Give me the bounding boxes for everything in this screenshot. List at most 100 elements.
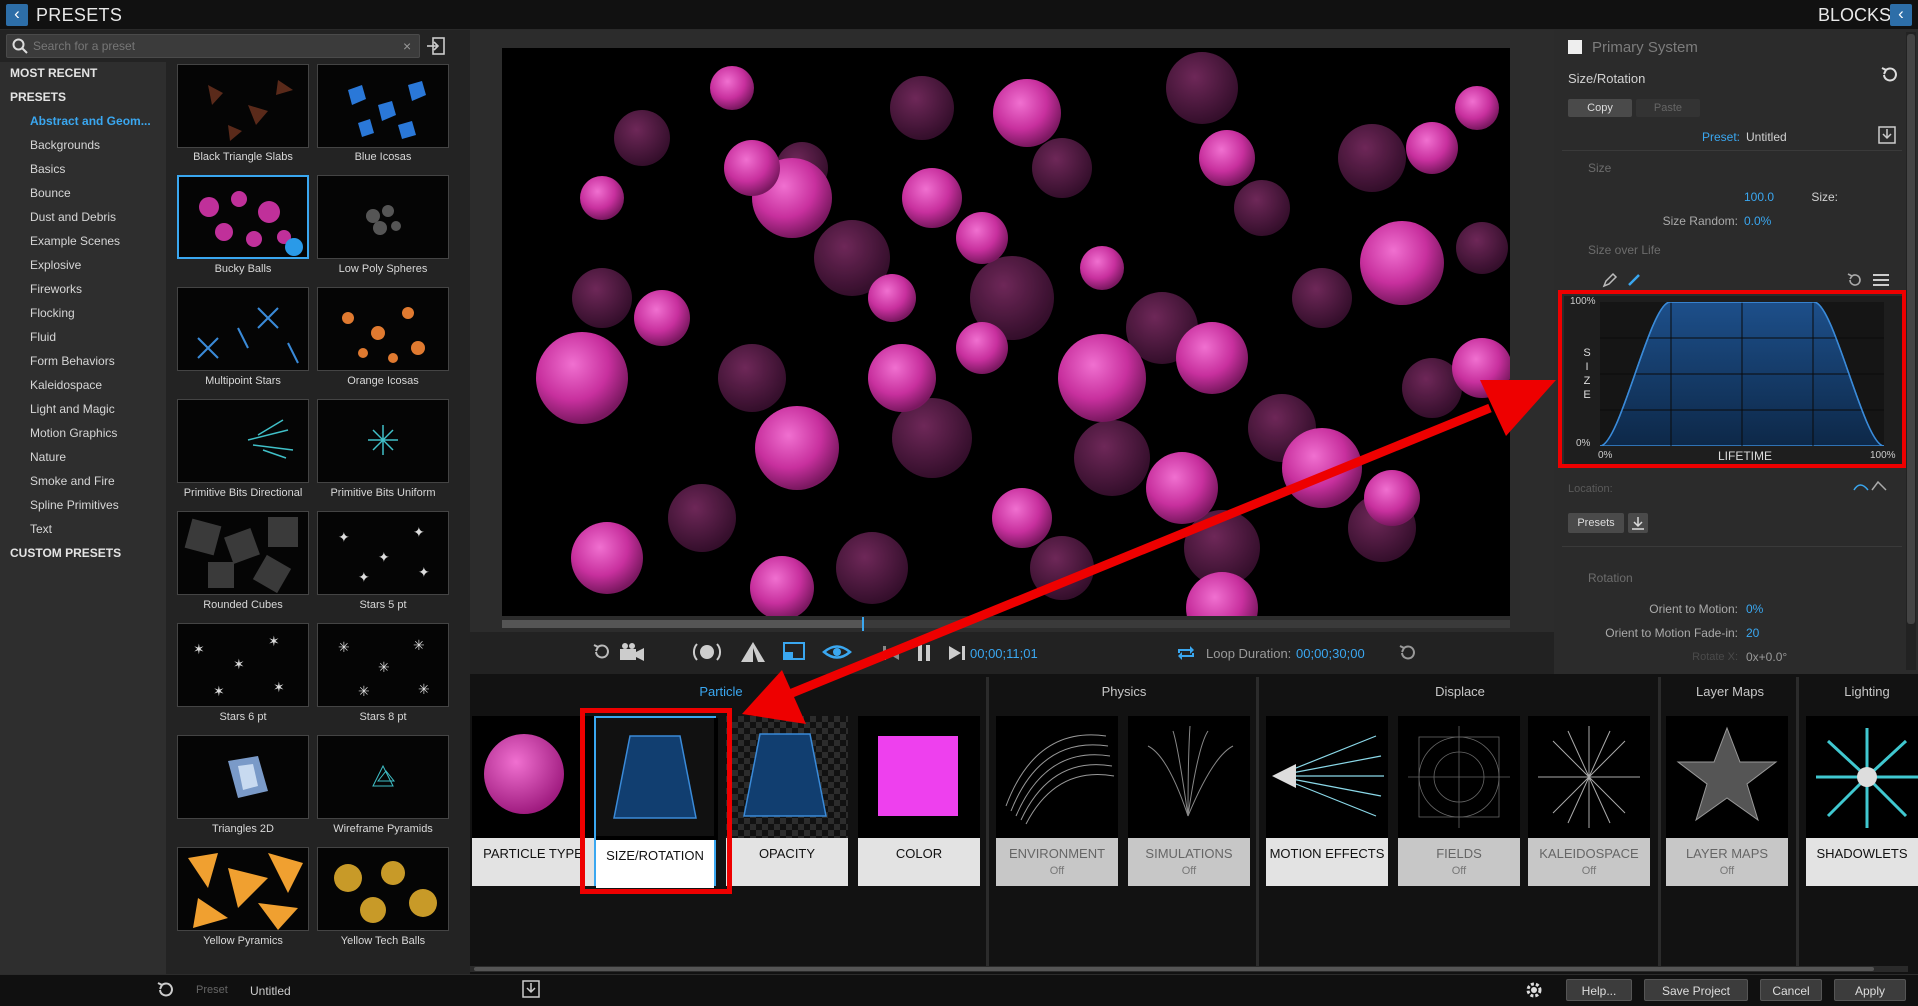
block-motion-effects[interactable]: MOTION EFFECTS <box>1266 716 1388 886</box>
block-particle-type[interactable]: PARTICLE TYPE <box>472 716 594 886</box>
blocks-back-button[interactable]: ‹ <box>1890 4 1912 26</box>
preset-thumb[interactable] <box>317 847 449 931</box>
preset-thumb[interactable] <box>177 511 309 595</box>
block-environment[interactable]: ENVIRONMENT Off <box>996 716 1118 886</box>
reset-icon[interactable] <box>1880 66 1898 84</box>
preset-thumb[interactable] <box>317 287 449 371</box>
skip-back-icon[interactable] <box>882 644 900 662</box>
clear-search-icon[interactable]: × <box>403 38 411 54</box>
category-item[interactable]: Basics <box>30 162 65 176</box>
preset-thumb[interactable] <box>177 399 309 483</box>
paste-button[interactable]: Paste <box>1636 99 1700 117</box>
group-displace: Displace <box>1435 684 1485 699</box>
category-item[interactable]: Abstract and Geom... <box>30 114 151 128</box>
category-item[interactable]: Kaleidospace <box>30 378 102 392</box>
preset-label: Orange Icosas <box>347 375 419 387</box>
import-icon[interactable] <box>426 36 446 56</box>
search-input[interactable] <box>33 38 393 54</box>
block-layer-maps[interactable]: LAYER MAPS Off <box>1666 716 1788 886</box>
preset-thumb[interactable] <box>177 287 309 371</box>
preset-thumb[interactable]: ✦ ✦ ✦ ✦ ✦ <box>317 511 449 595</box>
preset-thumb[interactable]: ✶ ✶ ✶ ✶ ✶ <box>177 623 309 707</box>
save-preset-icon[interactable] <box>522 980 540 998</box>
category-item[interactable]: Spline Primitives <box>30 498 119 512</box>
block-kaleidospace[interactable]: KALEIDOSPACE Off <box>1528 716 1650 886</box>
size-value[interactable]: 100.0 <box>1744 190 1774 204</box>
timeline-scrubber[interactable] <box>502 617 1510 631</box>
block-label: COLOR <box>858 838 980 886</box>
preset-thumb[interactable] <box>177 735 309 819</box>
preset-thumb[interactable] <box>177 64 309 148</box>
category-most-recent[interactable]: MOST RECENT <box>10 66 97 80</box>
menu-icon[interactable] <box>1872 272 1890 288</box>
preset-thumb-selected[interactable] <box>177 175 309 259</box>
category-presets[interactable]: PRESETS <box>10 90 66 104</box>
preset-thumb[interactable] <box>317 399 449 483</box>
rotate-x-value[interactable]: 0x+0.0° <box>1746 650 1787 664</box>
scrollbar[interactable] <box>1906 32 1916 670</box>
category-item[interactable]: Form Behaviors <box>30 354 115 368</box>
category-item[interactable]: Example Scenes <box>30 234 120 248</box>
orient-value[interactable]: 0% <box>1746 602 1763 616</box>
search-box[interactable]: × <box>6 34 420 58</box>
eye-icon[interactable] <box>822 641 852 663</box>
svg-text:✳: ✳ <box>358 684 370 700</box>
preset-thumb[interactable] <box>317 64 449 148</box>
loop-icon[interactable] <box>1176 644 1196 662</box>
category-item[interactable]: Explosive <box>30 258 81 272</box>
category-item[interactable]: Smoke and Fire <box>30 474 115 488</box>
category-item[interactable]: Fireworks <box>30 282 82 296</box>
category-item[interactable]: Motion Graphics <box>30 426 117 440</box>
save-project-button[interactable]: Save Project <box>1644 979 1748 1001</box>
motion-blur-icon[interactable] <box>692 640 722 664</box>
loop-duration[interactable]: 00;00;30;00 <box>1296 646 1365 661</box>
category-custom-presets[interactable]: CUSTOM PRESETS <box>10 546 121 560</box>
pause-icon[interactable] <box>916 644 932 662</box>
category-item[interactable]: Text <box>30 522 52 536</box>
reset-view-icon[interactable] <box>592 642 612 662</box>
cancel-button[interactable]: Cancel <box>1760 979 1822 1001</box>
curve-mode-icons[interactable] <box>1852 478 1888 494</box>
category-item[interactable]: Backgrounds <box>30 138 100 152</box>
block-shadowlets[interactable]: SHADOWLETS <box>1806 716 1918 886</box>
block-fields[interactable]: FIELDS Off <box>1398 716 1520 886</box>
cast-icon[interactable] <box>782 640 806 664</box>
fade-in-value[interactable]: 20 <box>1746 626 1759 640</box>
preset-thumb[interactable] <box>177 847 309 931</box>
help-button[interactable]: Help... <box>1566 979 1632 1001</box>
download-button[interactable] <box>1628 513 1648 533</box>
pen-icon[interactable] <box>1602 272 1618 288</box>
block-simulations[interactable]: SIMULATIONS Off <box>1128 716 1250 886</box>
preset-thumb[interactable] <box>317 175 449 259</box>
block-color[interactable]: COLOR <box>858 716 980 886</box>
preset-thumb[interactable]: ✳ ✳ ✳ ✳ ✳ <box>317 623 449 707</box>
category-item[interactable]: Light and Magic <box>30 402 115 416</box>
size-random-value[interactable]: 0.0% <box>1744 214 1771 228</box>
camera-icon[interactable] <box>618 640 646 664</box>
block-opacity[interactable]: OPACITY <box>726 716 848 886</box>
reset-icon[interactable] <box>156 980 176 1000</box>
gear-icon[interactable] <box>1524 980 1544 1000</box>
category-item[interactable]: Nature <box>30 450 66 464</box>
presets-button[interactable]: Presets <box>1568 513 1624 533</box>
system-checkbox[interactable] <box>1568 40 1582 54</box>
preset-thumb[interactable] <box>317 735 449 819</box>
playhead[interactable] <box>862 617 864 631</box>
skip-forward-icon[interactable] <box>948 644 966 662</box>
scrollbar-thumb[interactable] <box>1907 34 1915 624</box>
blocks-scrollbar[interactable] <box>470 966 1908 972</box>
category-item[interactable]: Fluid <box>30 330 56 344</box>
blocks-scrollbar-thumb[interactable] <box>474 967 1874 971</box>
block-thumbnail <box>472 716 594 838</box>
reset-curve-icon[interactable] <box>1846 272 1862 288</box>
back-button[interactable]: ‹ <box>6 4 28 26</box>
category-item[interactable]: Bounce <box>30 186 71 200</box>
copy-button[interactable]: Copy <box>1568 99 1632 117</box>
apply-button[interactable]: Apply <box>1834 979 1906 1001</box>
reset-icon[interactable] <box>1398 643 1418 663</box>
category-item[interactable]: Dust and Debris <box>30 210 116 224</box>
shadows-icon[interactable] <box>740 640 766 664</box>
pencil-icon[interactable] <box>1626 272 1642 288</box>
save-preset-icon[interactable] <box>1878 126 1896 144</box>
category-item[interactable]: Flocking <box>30 306 75 320</box>
